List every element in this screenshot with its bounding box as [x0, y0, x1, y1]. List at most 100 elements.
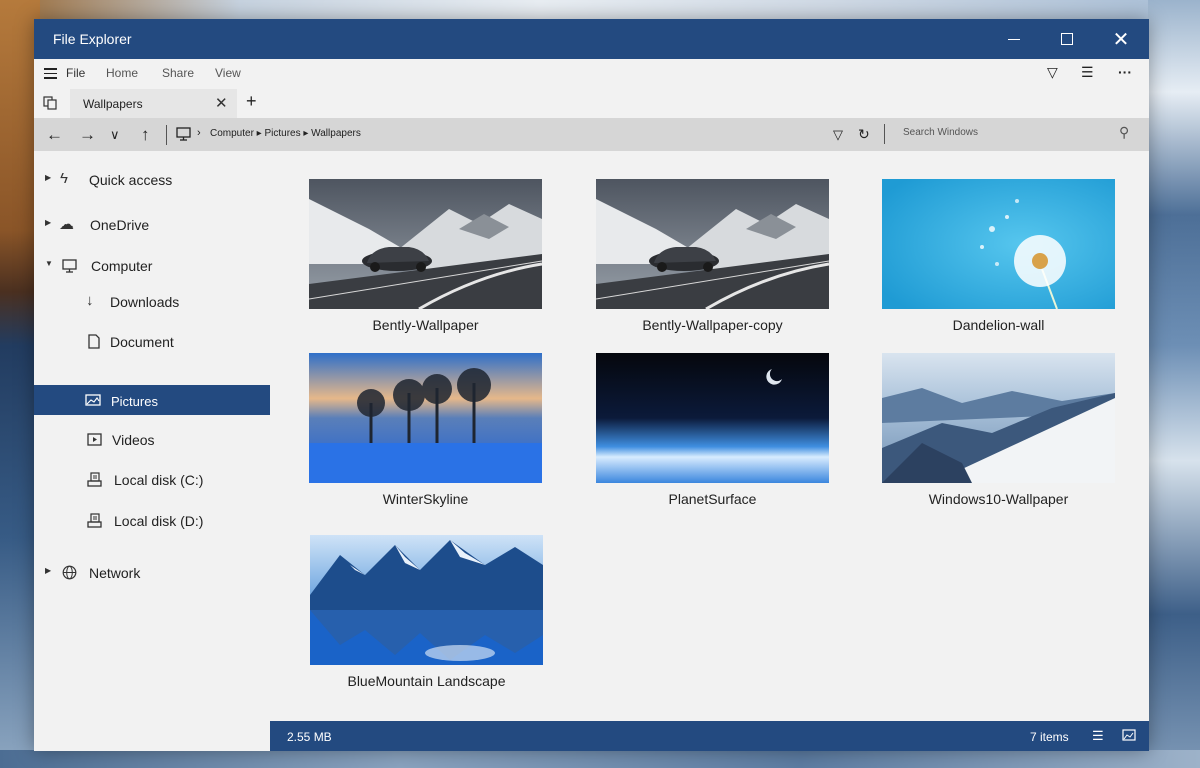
cloud-icon: ☁	[59, 216, 74, 233]
file-tile[interactable]: BlueMountain Landscape	[310, 535, 543, 689]
expand-arrow-icon[interactable]: ▶	[45, 566, 51, 575]
sidebar-item-label: Downloads	[110, 294, 180, 310]
thumbnail-image	[309, 179, 542, 309]
sidebar-item-label: Local disk (C:)	[114, 472, 204, 488]
close-icon: ✕	[1112, 28, 1130, 51]
status-bar: 2.55 MB 7 items ☰	[270, 721, 1149, 751]
file-name: Dandelion-wall	[952, 317, 1045, 333]
globe-icon	[62, 565, 77, 580]
sidebar-item-local-disk-d[interactable]: Local disk (D:)	[34, 506, 270, 536]
drive-icon	[87, 513, 102, 528]
address-dropdown-icon[interactable]: ▽	[833, 127, 843, 143]
desktop-background-right	[1148, 0, 1200, 768]
menu-view[interactable]: View	[215, 66, 241, 80]
drive-icon	[87, 472, 102, 487]
close-button[interactable]: ✕	[1093, 19, 1149, 59]
window-title: File Explorer	[53, 31, 132, 47]
divider	[166, 125, 167, 145]
minimize-icon	[1008, 38, 1020, 40]
more-options-icon[interactable]: ···	[1118, 64, 1132, 80]
sidebar-item-downloads[interactable]: ↓ Downloads	[34, 287, 270, 317]
expand-arrow-icon[interactable]: ▶	[45, 173, 51, 182]
close-tab-icon[interactable]: ✕	[215, 94, 228, 112]
thumbnail-image	[882, 353, 1115, 483]
file-name: Bently-Wallpaper	[372, 317, 479, 333]
menu-share[interactable]: Share	[162, 66, 194, 80]
desktop-background-bottom	[0, 750, 1200, 768]
sidebar-item-label: Videos	[112, 432, 155, 448]
up-arrow-icon[interactable]: ↑	[141, 125, 150, 145]
thumbnail-view-icon[interactable]	[1122, 729, 1136, 741]
minimize-button[interactable]	[986, 19, 1042, 59]
computer-icon	[176, 127, 191, 141]
menu-bar: File Home Share View ▽ ☰ ···	[34, 59, 1149, 89]
thumbnail-image	[882, 179, 1115, 309]
address-bar: ← → ∨ ↑ › Computer ▸ Pictures ▸ Wallpape…	[34, 118, 1149, 151]
filter-dropdown-icon[interactable]: ▽	[1047, 64, 1058, 81]
thumbnail-image	[596, 353, 829, 483]
sidebar-item-pictures[interactable]: Pictures	[34, 385, 270, 415]
file-grid: Bently-Wallpaper Bently-Wallpaper-copy D…	[270, 151, 1149, 721]
selection-size: 2.55 MB	[287, 730, 332, 744]
divider	[884, 124, 885, 144]
sidebar-item-label: Local disk (D:)	[114, 513, 204, 529]
picture-icon	[85, 394, 101, 406]
title-bar[interactable]: File Explorer ✕	[34, 19, 1149, 59]
file-tile[interactable]: Dandelion-wall	[882, 179, 1115, 333]
thumbnail-image	[309, 353, 542, 483]
forward-arrow-icon[interactable]: →	[79, 125, 96, 145]
refresh-icon[interactable]: ↻	[858, 126, 870, 143]
file-tile[interactable]: PlanetSurface	[596, 353, 829, 507]
navigation-pane: ▶ ϟ Quick access ▶ ☁ OneDrive ▼ Computer…	[34, 151, 270, 751]
sidebar-item-onedrive[interactable]: ▶ ☁ OneDrive	[34, 210, 270, 240]
file-tile[interactable]: WinterSkyline	[309, 353, 542, 507]
tab-wallpapers[interactable]: Wallpapers ✕	[70, 89, 237, 118]
file-name: Bently-Wallpaper-copy	[642, 317, 783, 333]
sidebar-item-label: Pictures	[111, 394, 158, 409]
sidebar-item-local-disk-c[interactable]: Local disk (C:)	[34, 465, 270, 495]
tabs-overview-icon[interactable]	[43, 96, 57, 110]
sidebar-item-network[interactable]: ▶ Network	[34, 558, 270, 588]
sidebar-item-label: OneDrive	[90, 217, 150, 233]
collapse-arrow-icon[interactable]: ▼	[45, 259, 53, 268]
file-name: BlueMountain Landscape	[347, 673, 506, 689]
hamburger-menu-icon[interactable]	[44, 68, 57, 79]
file-name: Windows10-Wallpaper	[928, 491, 1069, 507]
menu-home[interactable]: Home	[106, 66, 138, 80]
document-icon	[88, 334, 100, 349]
sidebar-item-videos[interactable]: Videos	[34, 425, 270, 455]
search-icon[interactable]: ⚲	[1119, 124, 1129, 141]
breadcrumb-path[interactable]: Computer ▸ Pictures ▸ Wallpapers	[210, 128, 361, 139]
maximize-button[interactable]	[1039, 19, 1095, 59]
file-explorer-window: File Explorer ✕ File Home Share View ▽ ☰…	[34, 19, 1149, 751]
back-arrow-icon[interactable]: ←	[46, 125, 63, 145]
file-tile[interactable]: Bently-Wallpaper-copy	[596, 179, 829, 333]
new-tab-icon[interactable]: +	[246, 91, 257, 112]
thumbnail-image	[310, 535, 543, 665]
sidebar-item-quick-access[interactable]: ▶ ϟ Quick access	[34, 165, 270, 195]
lightning-icon: ϟ	[60, 170, 68, 187]
sidebar-item-label: Quick access	[89, 172, 173, 188]
sidebar-item-label: Document	[110, 334, 174, 350]
maximize-icon	[1061, 33, 1073, 45]
history-chevron-down-icon[interactable]: ∨	[110, 127, 120, 143]
sidebar-item-label: Network	[89, 565, 141, 581]
item-count: 7 items	[1030, 730, 1069, 744]
details-view-icon[interactable]: ☰	[1092, 728, 1104, 744]
file-name: WinterSkyline	[382, 491, 469, 507]
expand-arrow-icon[interactable]: ▶	[45, 218, 51, 227]
thumbnail-image	[596, 179, 829, 309]
path-chevron-icon: ›	[197, 127, 201, 139]
download-arrow-icon: ↓	[86, 292, 94, 309]
sidebar-item-document[interactable]: Document	[34, 327, 270, 357]
file-name: PlanetSurface	[668, 491, 757, 507]
monitor-icon	[62, 259, 77, 273]
sidebar-item-computer[interactable]: ▼ Computer	[34, 251, 270, 281]
tab-bar: Wallpapers ✕ +	[34, 89, 1149, 118]
file-tile[interactable]: Bently-Wallpaper	[309, 179, 542, 333]
file-tile[interactable]: Windows10-Wallpaper	[882, 353, 1115, 507]
search-input[interactable]: Search Windows	[903, 127, 978, 138]
checklist-icon[interactable]: ☰	[1081, 64, 1094, 81]
menu-file[interactable]: File	[66, 66, 85, 80]
sidebar-item-label: Computer	[91, 258, 153, 274]
